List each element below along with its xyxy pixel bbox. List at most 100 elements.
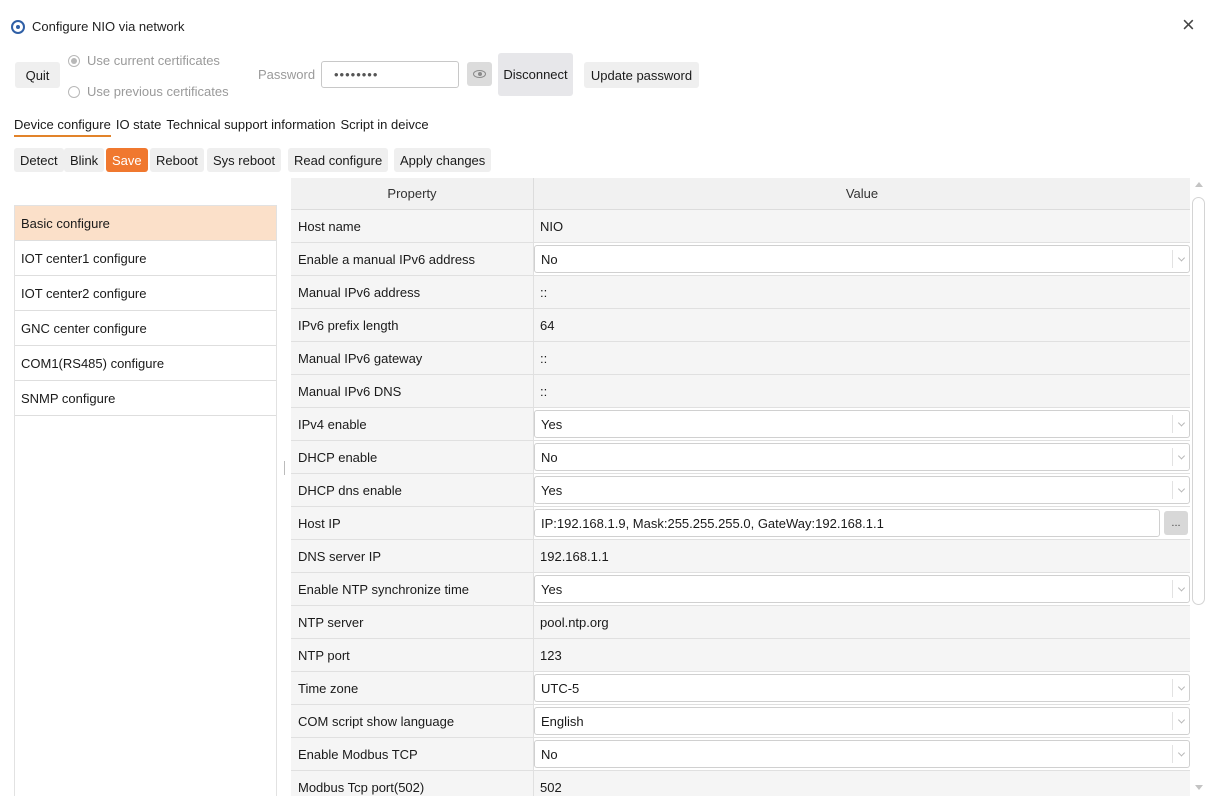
grid-scrollbar[interactable] (1191, 178, 1207, 796)
use-current-certificates-radio[interactable]: Use current certificates (68, 53, 220, 68)
nav-iot-center2-configure[interactable]: IOT center2 configure (15, 276, 276, 311)
property-name: IPv4 enable (291, 408, 534, 440)
dropdown-select[interactable]: No (534, 740, 1190, 768)
property-value-dialog[interactable]: IP:192.168.1.9, Mask:255.255.255.0, Gate… (534, 507, 1190, 539)
property-value-dropdown[interactable]: No (534, 243, 1190, 275)
nav-snmp-configure[interactable]: SNMP configure (15, 381, 276, 416)
property-row[interactable]: Time zone UTC-5 (291, 672, 1190, 705)
property-value[interactable]: :: (534, 276, 1190, 308)
property-value[interactable]: :: (534, 375, 1190, 407)
property-value[interactable]: :: (534, 342, 1190, 374)
property-name: Modbus Tcp port(502) (291, 771, 534, 796)
property-value-dropdown[interactable]: Yes (534, 408, 1190, 440)
property-row[interactable]: DHCP dns enable Yes (291, 474, 1190, 507)
radio-label: Use current certificates (87, 53, 220, 68)
tab-device-configure[interactable]: Device configure (14, 117, 111, 137)
blink-button[interactable]: Blink (64, 148, 105, 172)
property-row[interactable]: Manual IPv6 gateway:: (291, 342, 1190, 375)
dropdown-select[interactable]: Yes (534, 476, 1190, 504)
nav-gnc-center-configure[interactable]: GNC center configure (15, 311, 276, 346)
panel-splitter-handle[interactable] (284, 461, 285, 475)
chevron-down-icon[interactable] (1177, 584, 1186, 592)
property-column-header[interactable]: Property (291, 178, 534, 209)
dropdown-select[interactable]: English (534, 707, 1190, 735)
property-value[interactable]: pool.ntp.org (534, 606, 1190, 638)
ellipsis-button[interactable]: ... (1164, 511, 1188, 535)
property-value[interactable]: 502 (534, 771, 1190, 796)
chevron-down-icon[interactable] (1177, 749, 1186, 757)
property-row[interactable]: Enable a manual IPv6 address No (291, 243, 1190, 276)
property-grid: Property Value Host name NIO Enable a manu… (291, 178, 1190, 796)
tab-script-in-device[interactable]: Script in deivce (340, 117, 428, 137)
property-row[interactable]: DNS server IP 192.168.1.1 (291, 540, 1190, 573)
chevron-down-icon[interactable] (1177, 683, 1186, 691)
dropdown-select[interactable]: Yes (534, 575, 1190, 603)
property-row[interactable]: Host name NIO (291, 210, 1190, 243)
property-row[interactable]: DHCP enable No (291, 441, 1190, 474)
chevron-down-icon[interactable] (1177, 716, 1186, 724)
apply-changes-button[interactable]: Apply changes (394, 148, 492, 172)
chevron-down-icon[interactable] (1177, 419, 1186, 427)
dropdown-select[interactable]: Yes (534, 410, 1190, 438)
property-value-dropdown[interactable]: No (534, 738, 1190, 770)
chevron-down-icon[interactable] (1177, 254, 1186, 262)
reboot-button[interactable]: Reboot (150, 148, 204, 172)
password-field[interactable]: •••••••• (321, 61, 459, 88)
read-configure-button[interactable]: Read configure (288, 148, 389, 172)
close-icon[interactable]: × (1182, 14, 1195, 36)
tab-io-state[interactable]: IO state (116, 117, 162, 137)
property-value[interactable]: 192.168.1.1 (534, 540, 1190, 572)
quit-button[interactable]: Quit (15, 62, 60, 88)
property-value-dropdown[interactable]: No (534, 441, 1190, 473)
property-name: Manual IPv6 gateway (291, 342, 534, 374)
property-row[interactable]: Host IP IP:192.168.1.9, Mask:255.255.255.… (291, 507, 1190, 540)
property-row[interactable]: Enable NTP synchronize time Yes (291, 573, 1190, 606)
save-button[interactable]: Save (106, 148, 148, 172)
property-value[interactable]: NIO (534, 210, 1190, 242)
property-value[interactable]: 123 (534, 639, 1190, 671)
scroll-down-arrow-icon[interactable] (1195, 785, 1203, 790)
property-row[interactable]: Manual IPv6 address:: (291, 276, 1190, 309)
property-value-dropdown[interactable]: Yes (534, 573, 1190, 605)
property-name: Enable Modbus TCP (291, 738, 534, 770)
property-row[interactable]: Enable Modbus TCP No (291, 738, 1190, 771)
update-password-button[interactable]: Update password (584, 62, 699, 88)
property-name: Time zone (291, 672, 534, 704)
host-ip-field[interactable]: IP:192.168.1.9, Mask:255.255.255.0, Gate… (534, 509, 1160, 537)
radio-indicator[interactable] (68, 85, 80, 98)
chevron-down-icon[interactable] (1177, 485, 1186, 493)
scroll-thumb[interactable] (1192, 197, 1205, 605)
disconnect-button[interactable]: Disconnect (498, 53, 573, 96)
detect-button[interactable]: Detect (14, 148, 64, 172)
property-row[interactable]: IPv4 enable Yes (291, 408, 1190, 441)
nav-basic-configure[interactable]: Basic configure (15, 206, 276, 241)
chevron-down-icon[interactable] (1177, 452, 1186, 460)
property-value-dropdown[interactable]: English (534, 705, 1190, 737)
property-row[interactable]: Modbus Tcp port(502) 502 (291, 771, 1190, 796)
use-previous-certificates-radio[interactable]: Use previous certificates (68, 84, 229, 99)
sys-reboot-button[interactable]: Sys reboot (207, 148, 282, 172)
property-value-dropdown[interactable]: Yes (534, 474, 1190, 506)
dropdown-separator (1172, 712, 1173, 730)
property-name: Enable a manual IPv6 address (291, 243, 534, 275)
password-label: Password (258, 67, 316, 82)
property-row[interactable]: NTP port 123 (291, 639, 1190, 672)
property-row[interactable]: COM script show language English (291, 705, 1190, 738)
radio-indicator[interactable] (68, 54, 80, 67)
property-row[interactable]: NTP server pool.ntp.org (291, 606, 1190, 639)
show-password-button[interactable] (467, 62, 492, 86)
dropdown-select[interactable]: UTC-5 (534, 674, 1190, 702)
dropdown-select[interactable]: No (534, 245, 1190, 273)
dropdown-value: No (541, 449, 558, 465)
nav-com1-rs485-configure[interactable]: COM1(RS485) configure (15, 346, 276, 381)
scroll-up-arrow-icon[interactable] (1195, 182, 1203, 187)
property-row[interactable]: IPv6 prefix length 64 (291, 309, 1190, 342)
property-value[interactable]: 64 (534, 309, 1190, 341)
nav-iot-center1-configure[interactable]: IOT center1 configure (15, 241, 276, 276)
value-column-header[interactable]: Value (534, 178, 1190, 209)
property-row[interactable]: Manual IPv6 DNS:: (291, 375, 1190, 408)
property-value-dropdown[interactable]: UTC-5 (534, 672, 1190, 704)
dropdown-select[interactable]: No (534, 443, 1190, 471)
dropdown-value: No (541, 251, 558, 267)
tab-technical-support-information[interactable]: Technical support information (166, 117, 335, 137)
